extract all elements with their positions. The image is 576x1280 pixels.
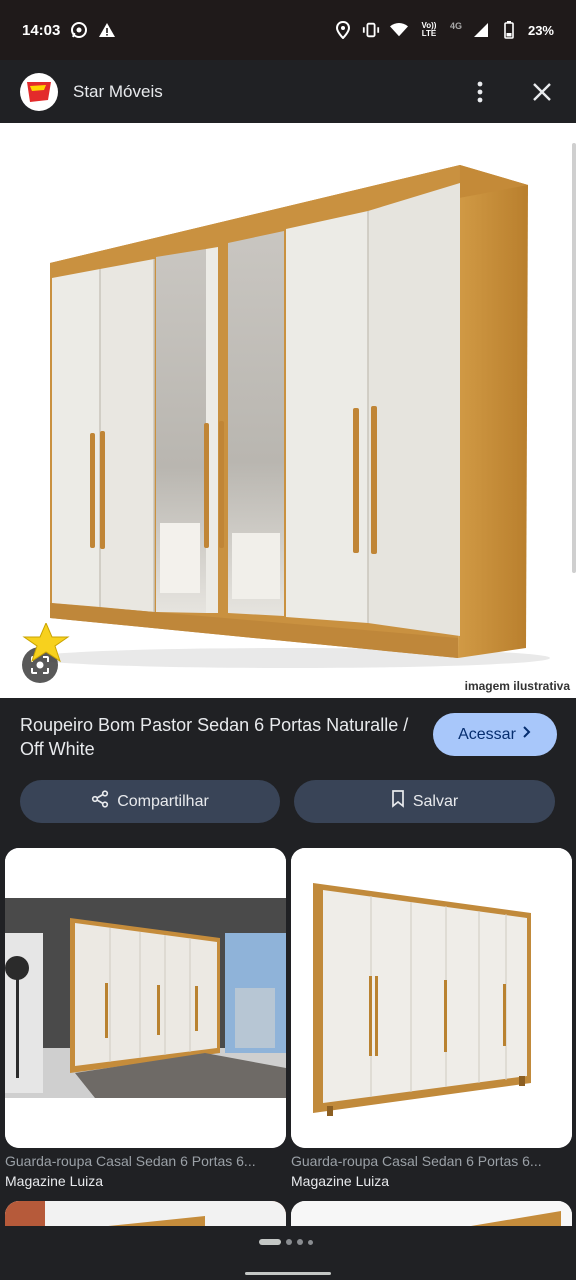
related-card-title: Guarda-roupa Casal Sedan 6 Portas 6...	[5, 1153, 256, 1169]
site-logo[interactable]	[20, 72, 58, 111]
share-button-label: Compartilhar	[117, 792, 209, 810]
related-card[interactable]: Guarda-roupa Casal Sedan 6 Portas 6... M…	[5, 848, 286, 1189]
page-dot	[286, 1239, 292, 1245]
related-card[interactable]: Guarda-roupa Casal Sedan 6 Portas 6... M…	[291, 848, 572, 1189]
wardrobe-illustration	[30, 165, 550, 668]
app-bar: Star Móveis	[0, 60, 576, 123]
page-dot-active	[259, 1239, 281, 1245]
bottom-bar	[0, 1226, 576, 1280]
product-title[interactable]: Roupeiro Bom Pastor Sedan 6 Portas Natur…	[20, 713, 410, 761]
vibrate-icon	[362, 21, 380, 39]
product-info: Roupeiro Bom Pastor Sedan 6 Portas Natur…	[0, 698, 576, 848]
site-name[interactable]: Star Móveis	[73, 82, 163, 102]
related-card-image[interactable]	[291, 1201, 572, 1226]
battery-level: 23%	[527, 22, 554, 38]
related-images-grid: Guarda-roupa Casal Sedan 6 Portas 6... M…	[0, 846, 576, 1226]
home-indicator[interactable]	[245, 1272, 331, 1275]
volte-label: Vo)) LTE	[421, 21, 437, 38]
visit-button-label: Acessar	[458, 725, 516, 743]
image-caption: imagem ilustrativa	[464, 679, 570, 693]
related-card-source: Magazine Luiza	[291, 1173, 390, 1189]
page-dot	[297, 1239, 303, 1245]
signal-icon	[472, 21, 490, 39]
page-dot	[308, 1239, 313, 1245]
status-time: 14:03	[22, 21, 61, 39]
hero-image[interactable]: imagem ilustrativa	[0, 123, 576, 698]
network-type: 4G	[449, 21, 462, 31]
related-card-image[interactable]	[5, 848, 286, 1148]
whatsapp-icon	[70, 21, 88, 39]
page-indicator	[259, 1239, 313, 1245]
chevron-right-icon	[522, 725, 532, 744]
bookmark-icon	[391, 790, 405, 813]
save-button-label: Salvar	[412, 792, 459, 810]
visit-button[interactable]: Acessar	[433, 713, 557, 756]
more-vert-icon[interactable]	[466, 78, 494, 106]
related-card-image[interactable]	[5, 1201, 286, 1226]
location-icon	[334, 21, 352, 39]
warning-icon	[98, 21, 116, 39]
star-mascot-icon	[16, 621, 76, 668]
status-bar: 14:03 Vo)) LTE 4G 23%	[0, 0, 576, 60]
image-scrollbar[interactable]	[572, 143, 576, 573]
share-icon	[91, 790, 109, 813]
related-card-title: Guarda-roupa Casal Sedan 6 Portas 6...	[291, 1153, 542, 1169]
related-card-source: Magazine Luiza	[5, 1173, 104, 1189]
save-button[interactable]: Salvar	[294, 780, 555, 823]
related-card-image[interactable]	[291, 848, 572, 1148]
wifi-icon	[389, 21, 408, 39]
share-button[interactable]: Compartilhar	[20, 780, 280, 823]
close-icon[interactable]	[528, 78, 556, 106]
battery-icon	[500, 21, 518, 39]
